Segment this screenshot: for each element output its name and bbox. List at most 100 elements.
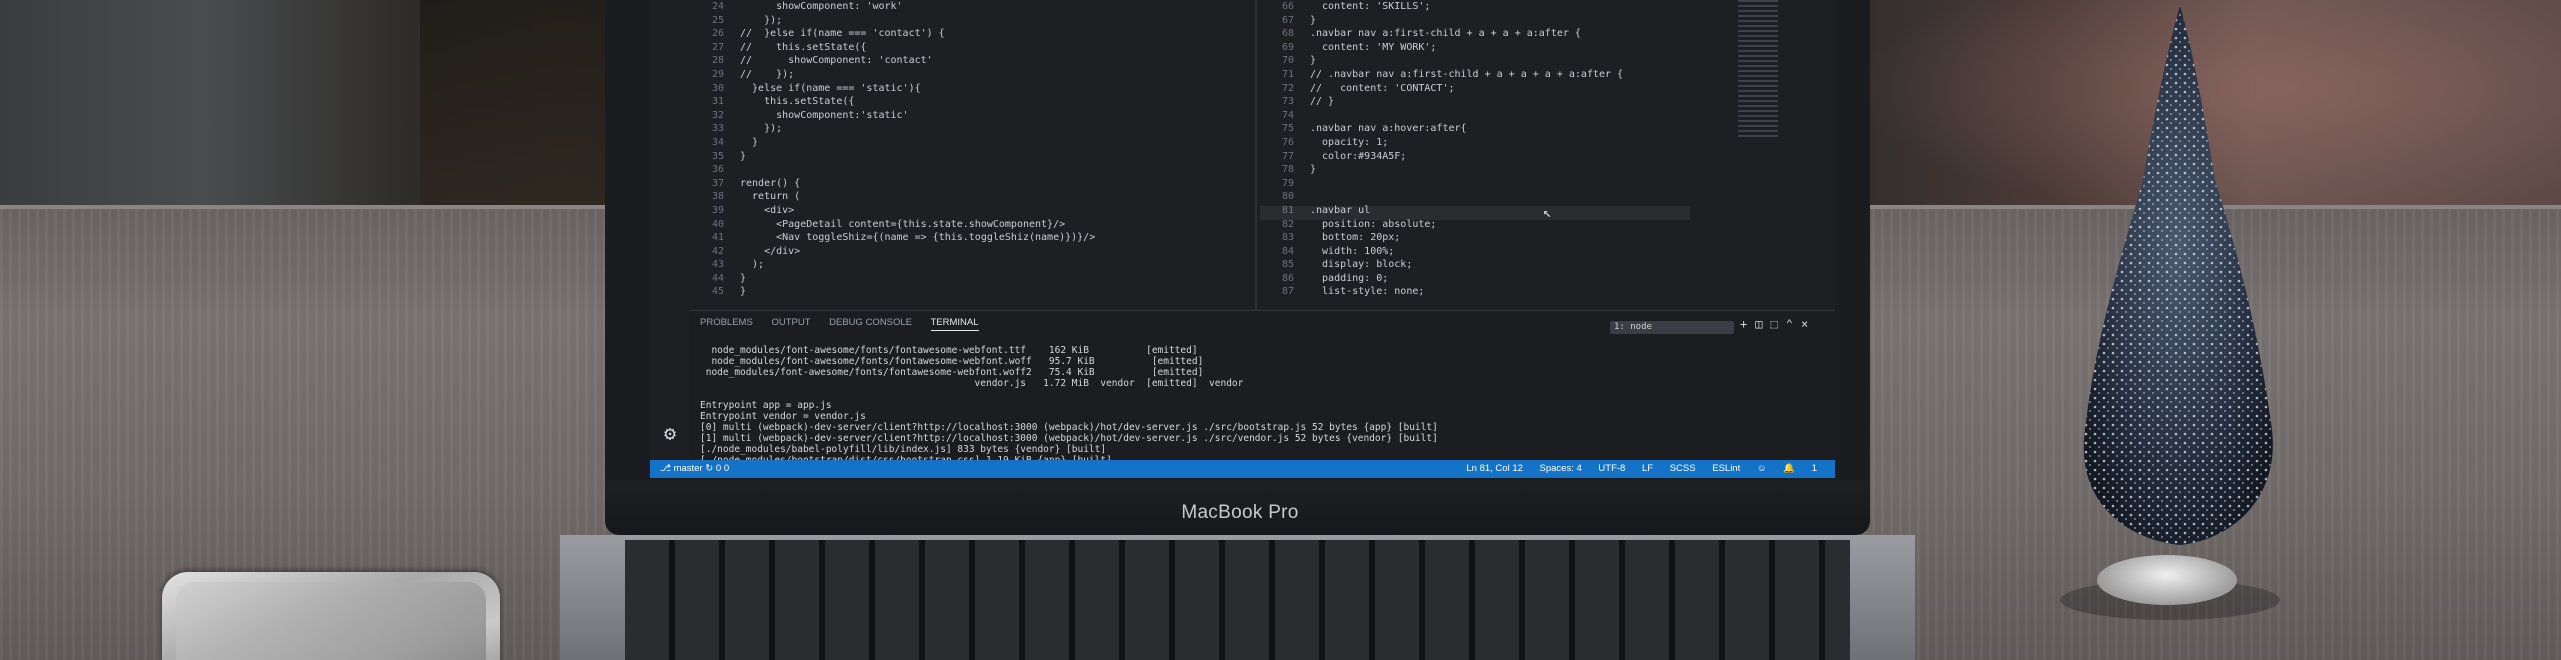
code-line: 29 // }); (690, 68, 1290, 82)
code-text: } (1310, 164, 1317, 176)
code-text: color:#934A5F; (1310, 150, 1407, 162)
photo-scene: MacBook Pro 24 showComponent: 'work' 25 }… (0, 0, 2561, 660)
code-text: showComponent: 'work' (740, 1, 903, 12)
split-icon[interactable]: ◫ (1755, 317, 1770, 331)
code-text: list-style: none; (1310, 286, 1425, 298)
code-text: content: 'SKILLS'; (1310, 1, 1431, 12)
line-number: 73 (1281, 96, 1294, 108)
code-text: </div> (740, 245, 801, 257)
code-text: render() { (740, 177, 801, 189)
line-number: 35 (711, 150, 724, 162)
line-number: 39 (711, 204, 724, 216)
code-text: ); (740, 259, 765, 271)
current-line-highlight (1260, 206, 1690, 220)
sync-icon[interactable]: ↻ (705, 463, 713, 474)
status-position[interactable]: Ln 81, Col 12 (1466, 463, 1523, 474)
line-number: 77 (1281, 150, 1294, 162)
code-text: // showComponent: 'contact' (740, 55, 933, 67)
status-notifications[interactable]: 1 (1812, 463, 1817, 474)
status-spaces[interactable]: Spaces: 4 (1540, 463, 1582, 474)
code-text: } (1310, 55, 1317, 67)
code-line: 32 showComponent:'static' (690, 109, 1290, 123)
code-text: } (740, 136, 759, 148)
gear-icon[interactable]: ⚙ (664, 421, 676, 445)
line-number: 83 (1281, 232, 1294, 244)
line-number: 36 (711, 164, 724, 176)
code-line: 78} (1260, 163, 1830, 177)
line-number: 29 (711, 68, 724, 80)
line-number: 76 (1281, 136, 1294, 148)
status-eol[interactable]: LF (1642, 463, 1653, 474)
mouse-pointer-icon: ↖ (1543, 205, 1552, 221)
laptop-keyboard (625, 540, 1850, 660)
status-problems[interactable]: 0 0 (716, 463, 729, 474)
tab-problems[interactable]: PROBLEMS (700, 317, 753, 328)
terminal-line: Entrypoint vendor = vendor.js (700, 411, 866, 422)
line-number: 32 (711, 109, 724, 121)
terminal-line: vendor.js 1.72 MiB vendor [emitted] vend… (700, 378, 1244, 389)
line-number: 79 (1281, 177, 1294, 189)
code-text: } (740, 150, 747, 162)
editor-split-divider[interactable] (1255, 0, 1257, 310)
line-number: 44 (711, 272, 724, 284)
editor-pane-right[interactable]: 66 content: 'SKILLS'; 67} 68 .navbar nav a:… (1260, 0, 1830, 310)
code-line: 33 }); (690, 122, 1290, 136)
line-number: 85 (1281, 259, 1294, 271)
line-number: 41 (711, 232, 724, 244)
line-number: 26 (711, 28, 724, 40)
tab-output[interactable]: OUTPUT (771, 317, 810, 328)
terminal-select[interactable]: 1: node (1610, 321, 1734, 334)
code-text: opacity: 1; (1310, 136, 1389, 148)
terminal-line: [./node_modules/babel-polyfill/lib/index… (700, 444, 1107, 455)
line-number: 72 (1281, 82, 1294, 94)
terminal-line: node_modules/font-awesome/fonts/fontawes… (700, 367, 1204, 378)
tab-debug-console[interactable]: DEBUG CONSOLE (829, 317, 912, 328)
code-text: width: 100%; (1310, 245, 1395, 257)
editor-pane-left[interactable]: 24 showComponent: 'work' 25 }); 26// }else… (690, 0, 1290, 310)
line-number: 84 (1281, 245, 1294, 257)
terminal-line: node_modules/font-awesome/fonts/fontawes… (700, 345, 1198, 356)
status-branch[interactable]: master (674, 463, 703, 474)
terminal-line: [0] multi (webpack)-dev-server/client?ht… (700, 422, 1438, 433)
close-icon[interactable]: × (1801, 317, 1816, 331)
line-number: 70 (1281, 55, 1294, 67)
tab-terminal[interactable]: TERMINAL (930, 317, 979, 331)
code-line: 28 // showComponent: 'contact' (690, 54, 1290, 68)
code-line: 77 color:#934A5F; (1260, 150, 1830, 164)
chevron-up-icon[interactable]: ⌃ (1786, 317, 1801, 331)
code-line: 27 // this.setState({ (690, 41, 1290, 55)
code-text: position: absolute; (1310, 218, 1437, 230)
line-number: 25 (711, 14, 724, 26)
code-line: 44} (690, 272, 1290, 286)
code-text: display: block; (1310, 259, 1413, 271)
code-text: }else if(name === 'static'){ (740, 82, 921, 94)
plus-icon[interactable]: + (1740, 317, 1755, 331)
code-text: // this.setState({ (740, 41, 867, 53)
code-line: 38 return ( (690, 190, 1290, 204)
code-text: <PageDetail content={this.state.showComp… (740, 218, 1066, 230)
bell-icon[interactable]: 🔔 (1783, 463, 1795, 474)
code-text: // .navbar nav a:first-child + a + a + a… (1310, 68, 1624, 80)
terminal-output: node_modules/font-awesome/fonts/fontawes… (700, 345, 1438, 466)
code-text: }); (740, 123, 783, 135)
editor-minimap[interactable] (1738, 0, 1778, 140)
line-number: 68 (1281, 28, 1294, 40)
code-line: 45} (690, 285, 1290, 299)
status-linter[interactable]: ESLint (1712, 463, 1740, 474)
line-number: 86 (1281, 272, 1294, 284)
smiley-icon[interactable]: ☺ (1757, 463, 1767, 474)
code-text: // }); (740, 68, 795, 80)
line-number: 66 (1281, 1, 1294, 12)
line-number: 74 (1281, 109, 1294, 121)
code-line: 79 (1260, 177, 1830, 191)
code-text: } (740, 286, 747, 298)
code-line: 43 ); (690, 258, 1290, 272)
code-line: 80 (1260, 190, 1830, 204)
code-text: } (740, 272, 747, 284)
status-encoding[interactable]: UTF-8 (1598, 463, 1625, 474)
line-number: 28 (711, 55, 724, 67)
line-number: 43 (711, 259, 724, 271)
status-language[interactable]: SCSS (1670, 463, 1696, 474)
trash-icon[interactable]: ⬚ (1770, 317, 1785, 331)
